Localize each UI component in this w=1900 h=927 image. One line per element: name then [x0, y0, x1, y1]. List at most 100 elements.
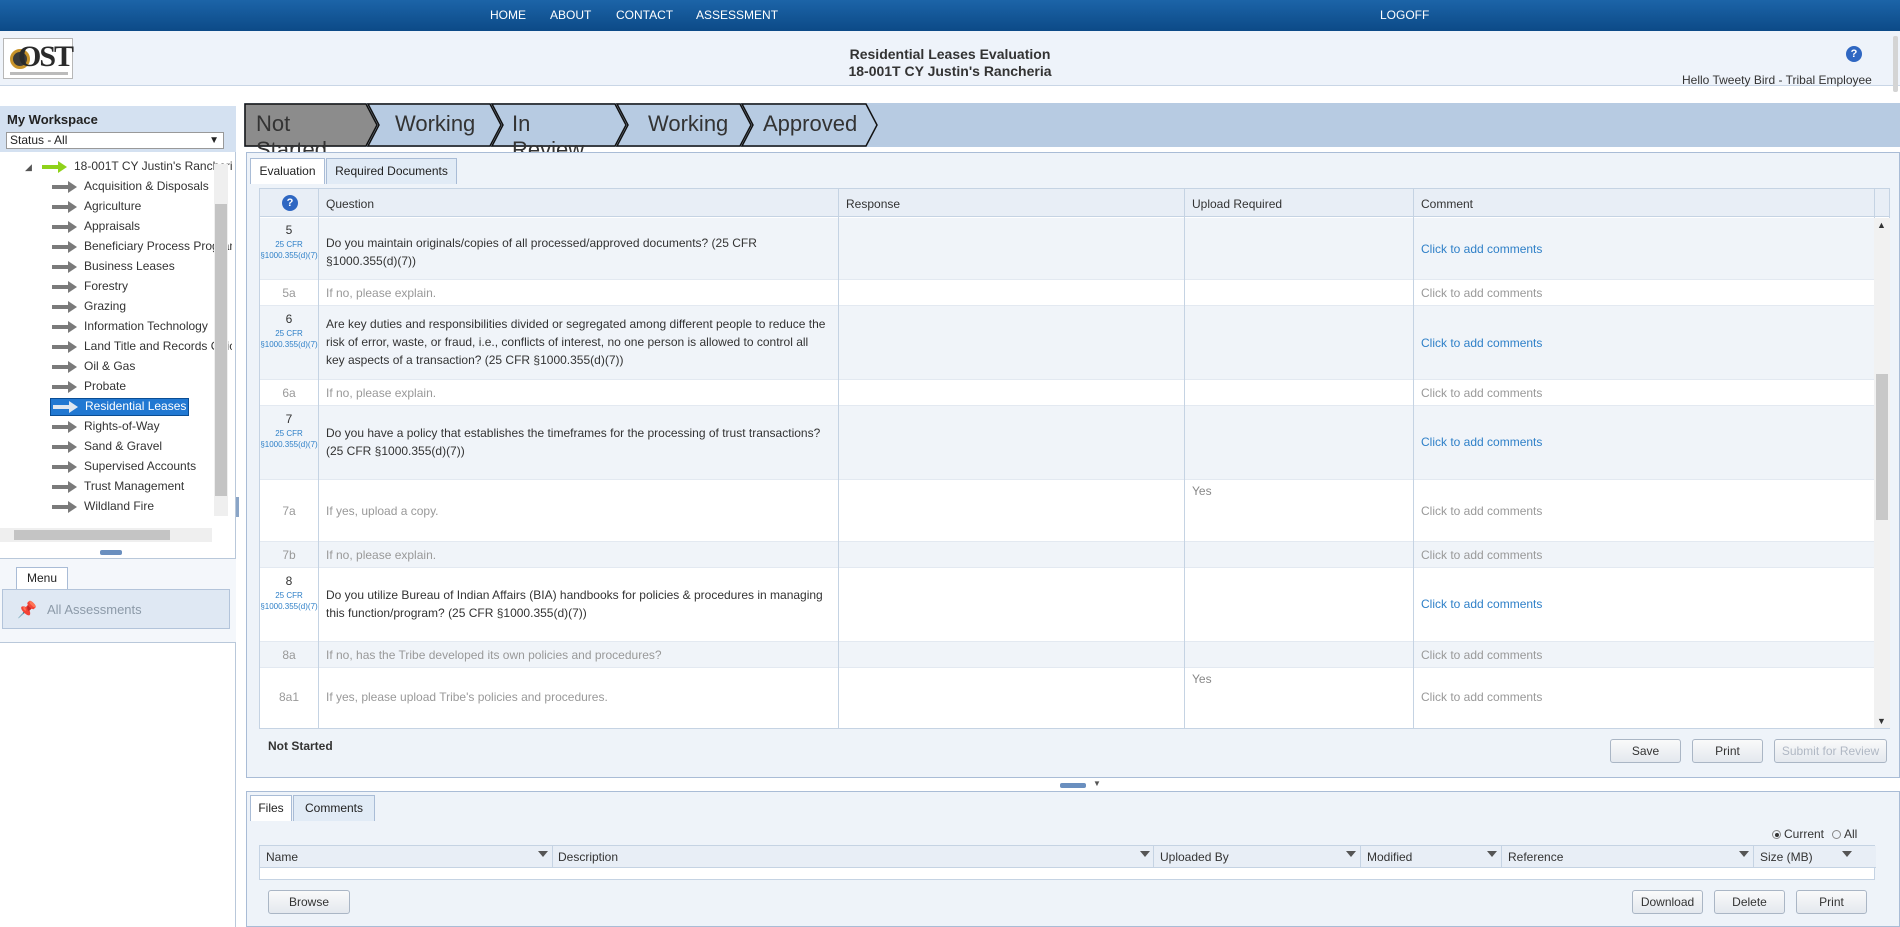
- download-button[interactable]: Download: [1632, 890, 1703, 914]
- cfr-reference-link[interactable]: 25 CFR §1000.355(d)(7): [260, 328, 318, 350]
- question-text: Do you maintain originals/copies of all …: [326, 236, 757, 268]
- tree-item[interactable]: Land Title and Records Office: [52, 339, 232, 357]
- tree-item[interactable]: Agriculture: [52, 199, 141, 217]
- comment-link[interactable]: Click to add comments: [1421, 284, 1542, 302]
- filter-icon[interactable]: [1346, 851, 1356, 857]
- table-row[interactable]: 7 25 CFR §1000.355(d)(7) Do you have a po…: [260, 406, 1874, 480]
- scroll-up-icon[interactable]: ▲: [1877, 220, 1886, 230]
- filter-icon[interactable]: [1842, 851, 1852, 857]
- menu-panel: 📌 All Assessments: [2, 589, 230, 629]
- table-row[interactable]: 7a If yes, upload a copy. Yes Click to a…: [260, 480, 1874, 542]
- filter-icon[interactable]: [1140, 851, 1150, 857]
- comment-link[interactable]: Click to add comments: [1421, 688, 1542, 706]
- radio-selected-icon: [1772, 830, 1781, 839]
- comment-link[interactable]: Click to add comments: [1421, 595, 1542, 613]
- cfr-reference-link[interactable]: 25 CFR §1000.355(d)(7): [260, 428, 318, 450]
- user-greeting: Hello Tweety Bird - Tribal Employee: [1682, 73, 1872, 87]
- vertical-splitter-handle[interactable]: [236, 497, 239, 517]
- filter-icon[interactable]: [1487, 851, 1497, 857]
- cfr-reference-link[interactable]: 25 CFR §1000.355(d)(7): [260, 590, 318, 612]
- table-row[interactable]: 8a If no, has the Tribe developed its ow…: [260, 642, 1874, 668]
- print-button[interactable]: Print: [1692, 739, 1763, 763]
- help-icon[interactable]: ?: [1846, 46, 1862, 62]
- table-row[interactable]: 8 25 CFR §1000.355(d)(7) Do you utilize B…: [260, 568, 1874, 642]
- all-assessments-link[interactable]: All Assessments: [47, 602, 142, 617]
- filter-icon[interactable]: [538, 851, 548, 857]
- table-row[interactable]: 7b If no, please explain. Click to add c…: [260, 542, 1874, 568]
- help-icon[interactable]: ?: [282, 195, 298, 211]
- tree-item-selected[interactable]: Residential Leases: [50, 398, 190, 416]
- collapse-icon[interactable]: ◢: [25, 162, 32, 173]
- tab-required-documents[interactable]: Required Documents: [326, 158, 457, 184]
- nav-logoff[interactable]: LOGOFF: [1380, 8, 1429, 22]
- question-text: If no, please explain.: [326, 548, 437, 562]
- tree-item[interactable]: Appraisals: [52, 219, 140, 237]
- browse-button[interactable]: Browse: [268, 890, 350, 914]
- radio-current[interactable]: Current: [1772, 827, 1824, 841]
- save-button[interactable]: Save: [1610, 739, 1681, 763]
- files-print-button[interactable]: Print: [1796, 890, 1867, 914]
- column-modified: Modified: [1367, 850, 1413, 864]
- nav-about[interactable]: ABOUT: [550, 8, 591, 22]
- comment-link[interactable]: Click to add comments: [1421, 646, 1542, 664]
- tree-item[interactable]: Rights-of-Way: [52, 419, 160, 437]
- comment-link[interactable]: Click to add comments: [1421, 546, 1542, 564]
- tree-item[interactable]: Supervised Accounts: [52, 459, 196, 477]
- radio-all[interactable]: All: [1832, 827, 1857, 841]
- comment-link[interactable]: Click to add comments: [1421, 240, 1542, 258]
- comment-link[interactable]: Click to add comments: [1421, 502, 1542, 520]
- tree-horizontal-scrollbar[interactable]: [0, 528, 212, 542]
- tree-item[interactable]: Forestry: [52, 279, 128, 297]
- filter-icon[interactable]: [1739, 851, 1749, 857]
- nav-assessment[interactable]: ASSESSMENT: [696, 8, 778, 22]
- tree-vertical-scrollbar[interactable]: [214, 164, 228, 516]
- table-row[interactable]: 6a If no, please explain. Click to add c…: [260, 380, 1874, 406]
- comment-link[interactable]: Click to add comments: [1421, 334, 1542, 352]
- tree-item[interactable]: Acquisition & Disposals: [52, 179, 209, 197]
- cfr-reference-link[interactable]: 25 CFR §1000.355(d)(7): [260, 239, 318, 261]
- green-arrow-icon: [42, 160, 70, 173]
- tree-item[interactable]: Wildland Fire: [52, 499, 154, 517]
- pin-icon[interactable]: 📌: [17, 600, 37, 620]
- question-number: 7b: [282, 548, 296, 562]
- tree-item[interactable]: Trust Management: [52, 479, 184, 497]
- column-upload-required: Upload Required: [1192, 197, 1283, 211]
- evaluation-grid: ? Question Response Upload Required Comm…: [259, 188, 1890, 729]
- tree-item[interactable]: Beneficiary Process Program: [52, 239, 232, 257]
- table-row[interactable]: 6 25 CFR §1000.355(d)(7) Are key duties a…: [260, 306, 1874, 380]
- grid-vertical-scrollbar[interactable]: ▲ ▼: [1874, 218, 1890, 728]
- table-row[interactable]: 8a1 If yes, please upload Tribe's polici…: [260, 668, 1874, 728]
- workspace-header: My Workspace Status - All ▼: [0, 106, 236, 152]
- tree-item[interactable]: Oil & Gas: [52, 359, 135, 377]
- panel-splitter-handle[interactable]: [100, 550, 122, 555]
- delete-button[interactable]: Delete: [1714, 890, 1785, 914]
- comment-link[interactable]: Click to add comments: [1421, 433, 1542, 451]
- arrow-icon: [52, 240, 80, 253]
- chevron-down-icon[interactable]: ▼: [1093, 779, 1101, 788]
- page-scrollbar[interactable]: [1893, 36, 1898, 92]
- nav-contact[interactable]: CONTACT: [616, 8, 673, 22]
- tree-item[interactable]: Grazing: [52, 299, 126, 317]
- tab-files[interactable]: Files: [250, 795, 292, 821]
- tree-item[interactable]: Probate: [52, 379, 126, 397]
- arrow-icon: [52, 260, 80, 273]
- tree-item[interactable]: Information Technology: [52, 319, 208, 337]
- nav-home[interactable]: HOME: [490, 8, 526, 22]
- tree-item[interactable]: Business Leases: [52, 259, 175, 277]
- table-row[interactable]: 5a If no, please explain. Click to add c…: [260, 280, 1874, 306]
- comment-link[interactable]: Click to add comments: [1421, 384, 1542, 402]
- status-filter-value: Status - All: [10, 133, 68, 147]
- submit-for-review-button[interactable]: Submit for Review: [1774, 739, 1887, 763]
- tab-menu[interactable]: Menu: [16, 567, 68, 589]
- status-filter-select[interactable]: Status - All ▼: [6, 132, 224, 149]
- arrow-icon: [52, 200, 80, 213]
- tree-item[interactable]: Sand & Gravel: [52, 439, 162, 457]
- tree-root-node[interactable]: 18-001T CY Justin's Rancheria: [42, 159, 232, 177]
- column-name: Name: [266, 850, 299, 864]
- bottom-splitter-handle[interactable]: [1060, 783, 1086, 788]
- scroll-down-icon[interactable]: ▼: [1877, 716, 1886, 726]
- arrow-icon: [52, 360, 80, 373]
- tab-comments[interactable]: Comments: [293, 795, 375, 821]
- tab-evaluation[interactable]: Evaluation: [250, 158, 325, 184]
- table-row[interactable]: 5 25 CFR §1000.355(d)(7) Do you maintain …: [260, 218, 1874, 280]
